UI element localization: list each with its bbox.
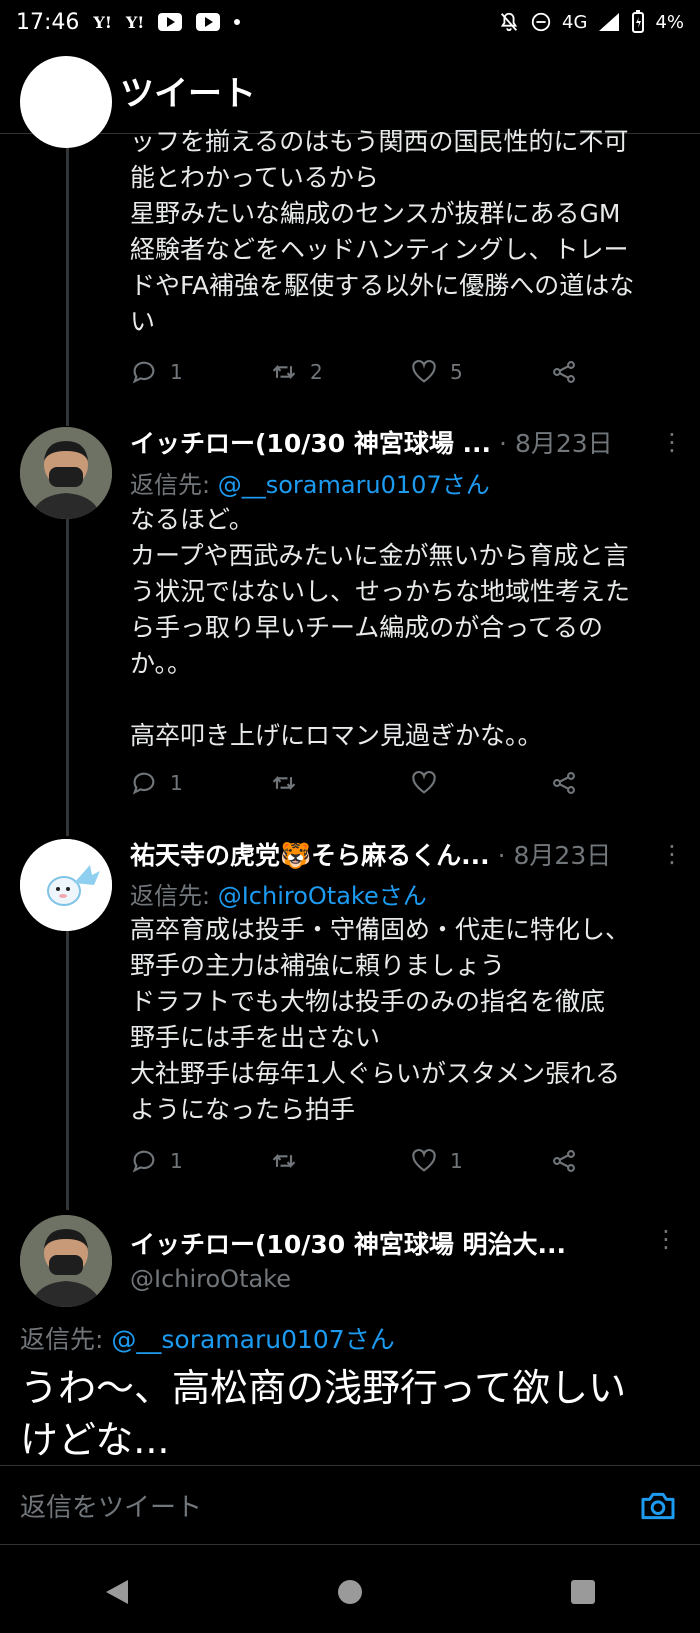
tweet-actions: 1 — [130, 763, 600, 803]
page-title: ツイート — [120, 74, 256, 114]
share-button[interactable] — [550, 358, 590, 386]
system-nav-bar — [0, 1550, 700, 1633]
reply-to-handle[interactable]: @__soramaru0107さん — [218, 471, 490, 499]
display-name[interactable]: イッチロー(10/30 神宮球場 ... — [130, 424, 491, 460]
like-button[interactable] — [410, 769, 550, 797]
dot-icon — [234, 19, 241, 25]
retweet-button[interactable] — [270, 769, 410, 797]
circle-home-icon — [337, 1579, 362, 1604]
reply-icon — [132, 772, 155, 795]
nav-back-button[interactable] — [97, 1572, 137, 1612]
triangle-back-icon — [105, 1579, 128, 1604]
reply-to-handle[interactable]: @__soramaru0107さん — [111, 1325, 394, 1354]
like-button[interactable]: 5 — [410, 358, 550, 386]
heart-icon — [412, 359, 436, 383]
avatar[interactable] — [20, 427, 112, 519]
battery-icon — [632, 10, 645, 33]
tweet-text: 高卒育成は投手・守備固め・代走に特化し、 野手の主力は補強に頼りましょう ドラフ… — [130, 915, 631, 1124]
yahoo-icon: Y! — [93, 12, 112, 32]
reply-count: 1 — [170, 771, 183, 795]
tweet-actions: 1 1 — [130, 1141, 600, 1181]
tweet-actions: 1 2 5 — [130, 352, 600, 392]
reply-to: 返信先: @__soramaru0107さん — [20, 1320, 395, 1356]
display-name[interactable]: 祐天寺の虎党🐯そら麻るくん... — [130, 836, 490, 872]
reply-button[interactable]: 1 — [130, 358, 270, 386]
reply-to-label: 返信先: — [20, 1325, 112, 1354]
avatar[interactable] — [20, 56, 112, 148]
like-button[interactable]: 1 — [410, 1147, 550, 1175]
reply-icon — [132, 1150, 155, 1173]
share-button[interactable] — [550, 769, 590, 797]
nav-home-button[interactable] — [330, 1572, 370, 1612]
like-count: 5 — [450, 360, 463, 384]
dnd-icon — [531, 12, 551, 32]
avatar[interactable] — [20, 1215, 112, 1307]
network-label: 4G — [562, 11, 588, 33]
signal-icon — [599, 13, 620, 31]
reply-to-handle[interactable]: @IchiroOtakeさん — [218, 882, 427, 910]
reply-icon — [132, 361, 155, 384]
youtube-icon — [196, 13, 221, 31]
share-icon — [553, 772, 575, 794]
yahoo-icon: Y! — [125, 12, 145, 32]
reply-input[interactable]: 返信をツイート — [20, 1487, 202, 1524]
square-recents-icon — [571, 1579, 596, 1604]
retweet-button[interactable] — [270, 1147, 410, 1175]
thread-line — [66, 134, 69, 426]
tweet-text: ッフを揃えるのはもう関西の国民性的に不可 能とわかっているから 星野みたいな編成… — [130, 127, 635, 336]
reply-button[interactable]: 1 — [130, 769, 270, 797]
more-options-icon[interactable]: ⋮ — [660, 840, 684, 868]
reply-to-label: 返信先: — [130, 882, 218, 910]
thread-line — [66, 510, 69, 836]
retweet-icon — [272, 1153, 296, 1169]
reply-count: 1 — [170, 1149, 183, 1173]
like-count: 1 — [450, 1149, 463, 1173]
avatar-photo — [20, 1215, 112, 1307]
camera-button[interactable] — [638, 1486, 678, 1526]
retweet-icon — [272, 775, 296, 791]
more-options-icon[interactable]: ⋮ — [654, 1225, 678, 1253]
tweet-date[interactable]: · 8月23日 — [498, 836, 612, 872]
heart-icon — [412, 1148, 436, 1172]
reply-count: 1 — [170, 360, 183, 384]
retweet-icon — [272, 364, 296, 380]
share-icon — [553, 361, 575, 383]
battery-level: 4% — [655, 11, 684, 33]
tweet-date[interactable]: · 8月23日 — [499, 424, 613, 460]
more-options-icon[interactable]: ⋮ — [660, 428, 684, 456]
share-button[interactable] — [550, 1147, 590, 1175]
reply-composer: 返信をツイート — [0, 1465, 700, 1545]
avatar[interactable] — [20, 839, 112, 931]
heart-icon — [412, 770, 436, 794]
tweet-text: なるほど。 カープや西武みたいに金が無いから育成と言 う状況ではないし、せっかち… — [130, 505, 631, 750]
nav-recents-button[interactable] — [563, 1572, 603, 1612]
status-time: 17:46 — [16, 9, 80, 35]
reply-to: 返信先: @__soramaru0107さん — [130, 465, 490, 500]
reply-button[interactable]: 1 — [130, 1147, 270, 1175]
avatar-photo — [20, 427, 112, 519]
retweet-button[interactable]: 2 — [270, 358, 410, 386]
camera-icon — [641, 1492, 675, 1520]
tweet-header: イッチロー(10/30 神宮球場 ... · 8月23日 ⋮ — [130, 422, 684, 462]
mute-icon — [500, 12, 518, 32]
share-icon — [553, 1150, 575, 1172]
reply-to: 返信先: @IchiroOtakeさん — [130, 876, 427, 911]
reply-to-label: 返信先: — [130, 471, 218, 499]
user-handle[interactable]: @IchiroOtake — [130, 1265, 291, 1293]
main-tweet-text: うわ〜、高松商の浅野行って欲しい けどな... — [20, 1366, 627, 1462]
youtube-icon — [158, 13, 183, 31]
avatar-illustration — [20, 839, 112, 931]
thread-line — [66, 926, 69, 1210]
tweet-header: 祐天寺の虎党🐯そら麻るくん... · 8月23日 ⋮ — [130, 834, 684, 874]
display-name[interactable]: イッチロー(10/30 神宮球場 明治大... — [130, 1225, 566, 1261]
retweet-count: 2 — [310, 360, 323, 384]
status-bar: 17:46 Y! Y! 4G 4% — [0, 0, 700, 44]
